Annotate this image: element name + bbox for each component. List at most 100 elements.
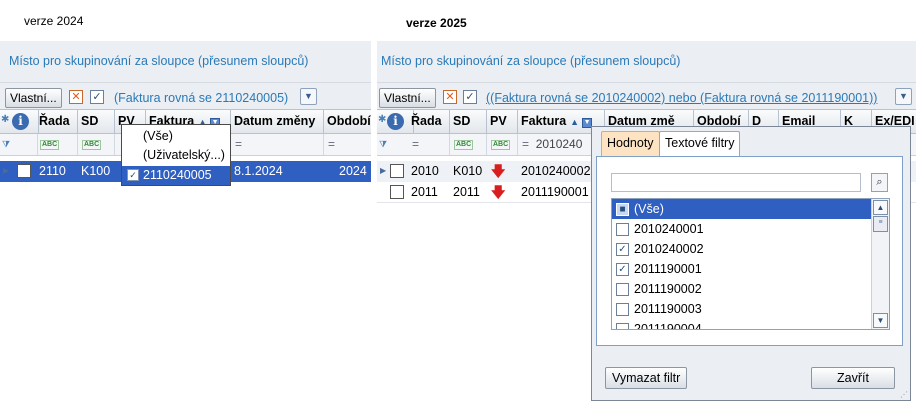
filter-cell-pv[interactable]: ABC xyxy=(487,134,518,155)
filter-enabled-checkbox[interactable]: ✓ xyxy=(463,90,477,104)
header-rada[interactable]: Řada xyxy=(36,110,78,133)
cell-faktura: 2010240002 xyxy=(521,164,591,178)
search-icon[interactable]: ⌕ xyxy=(871,173,888,192)
list-item-label: 2010240002 xyxy=(634,242,704,256)
cell-obdobi: 2024 xyxy=(339,164,367,178)
text-filter-icon: ABC xyxy=(491,140,511,150)
cell-rada: 2010 xyxy=(411,164,439,178)
cell-sd: 2011 xyxy=(453,185,480,199)
down-arrow-icon: 🡇 xyxy=(491,184,506,200)
filter-cell-obdobi[interactable]: = xyxy=(324,134,371,155)
list-item[interactable]: 2010240001 xyxy=(612,219,871,239)
header-faktura-label: Faktura xyxy=(521,114,567,128)
list-item[interactable]: ■ (Vše) xyxy=(612,199,871,219)
filter-history-dropdown[interactable]: ▼ xyxy=(895,88,912,105)
group-by-area[interactable]: Místo pro skupinování za sloupce (přesun… xyxy=(377,41,916,83)
header-sd[interactable]: SD xyxy=(450,110,487,133)
item-checkbox[interactable]: ✓ xyxy=(616,263,629,276)
filter-row-icon: ⧩ xyxy=(2,139,11,149)
item-checkbox[interactable]: ✓ xyxy=(127,169,139,181)
scroll-thumb[interactable]: ≡ xyxy=(873,216,888,232)
filter-expression[interactable]: (Faktura rovná se 2110240005) xyxy=(114,91,288,105)
custom-filter-button[interactable]: Vlastní... xyxy=(5,88,62,108)
list-item-label: (Vše) xyxy=(634,202,664,216)
cell-sd: K100 xyxy=(81,164,111,178)
row-checkbox[interactable] xyxy=(390,164,404,178)
search-input[interactable] xyxy=(611,173,861,192)
cell-faktura: 2011190001 xyxy=(521,185,589,199)
header-datum-zmeny[interactable]: Datum změny xyxy=(231,110,324,133)
filter-cell-sd[interactable]: ABC xyxy=(450,134,487,155)
scroll-down-icon[interactable]: ▼ xyxy=(873,313,888,328)
down-arrow-icon: 🡇 xyxy=(491,163,506,179)
list-item-label: 2011190001 xyxy=(634,262,702,276)
filter-cell-sd[interactable]: ABC xyxy=(78,134,115,155)
clear-filter-icon[interactable]: ✕ xyxy=(443,90,457,104)
item-checkbox[interactable]: ✓ xyxy=(616,243,629,256)
header-sd[interactable]: SD xyxy=(78,110,115,133)
filter-cell-datum[interactable]: = xyxy=(231,134,324,155)
item-checkbox[interactable]: ■ xyxy=(616,203,629,216)
row-indicator-icon: ✱ xyxy=(378,114,387,125)
filter-expression[interactable]: ((Faktura rovná se 2010240002) nebo (Fak… xyxy=(486,91,877,105)
list-scrollbar[interactable]: ▲ ≡ ▼ xyxy=(871,199,889,329)
group-by-area[interactable]: Místo pro skupinování za sloupce (přesun… xyxy=(0,41,371,83)
item-checkbox[interactable] xyxy=(616,283,629,296)
item-checkbox[interactable] xyxy=(616,223,629,236)
list-item-label: 2010240001 xyxy=(634,222,704,236)
list-item[interactable]: 2011190002 xyxy=(612,279,871,299)
version-2024-label: verze 2024 xyxy=(24,14,84,28)
scroll-up-icon[interactable]: ▲ xyxy=(873,200,888,215)
filter-cell-rada[interactable]: ABC xyxy=(36,134,78,155)
filter-history-dropdown[interactable]: ▼ xyxy=(300,88,317,105)
filter-bar: Vlastní... ✕ ✓ ((Faktura rovná se 201024… xyxy=(377,83,916,109)
values-list: ■ (Vše) 2010240001 ✓ 2010240002 ✓ 201119000… xyxy=(611,198,890,330)
tab-values[interactable]: Hodnoty xyxy=(601,131,660,156)
cell-datum: 8.1.2024 xyxy=(234,164,283,178)
faktura-filter-popup: Hodnoty Textové filtry ⌕ ■ (Vše) 20102400… xyxy=(591,126,911,401)
dropdown-item-selected[interactable]: ✓ 2110240005 xyxy=(122,166,230,185)
header-obdobi[interactable]: Období xyxy=(324,110,371,133)
equals-operator-icon: = xyxy=(412,137,420,151)
equals-operator-icon: = xyxy=(235,137,243,151)
list-item[interactable]: 2011190003 xyxy=(612,299,871,319)
row-checkbox[interactable] xyxy=(390,185,404,199)
values-tab-panel: ⌕ ■ (Vše) 2010240001 ✓ 2010240002 ✓ 2011190… xyxy=(596,156,903,346)
current-row-icon: ▶ xyxy=(380,166,387,175)
row-indicator-icon: ✱ xyxy=(1,114,10,125)
cell-rada: 2110 xyxy=(39,164,66,178)
item-checkbox[interactable] xyxy=(616,323,629,329)
text-filter-icon: ABC xyxy=(454,140,474,150)
clear-filter-button[interactable]: Vymazat filtr xyxy=(605,367,688,389)
row-checkbox[interactable] xyxy=(17,164,31,178)
item-checkbox[interactable] xyxy=(616,303,629,316)
header-pv[interactable]: PV xyxy=(487,110,518,133)
list-item[interactable]: ✓ 2010240002 xyxy=(612,239,871,259)
info-icon[interactable]: i xyxy=(387,113,404,130)
filter-cell-info xyxy=(377,134,408,155)
list-item-label: 2011190004 xyxy=(634,322,702,330)
close-button[interactable]: Zavřít xyxy=(811,367,895,389)
header-rada[interactable]: Řada xyxy=(408,110,450,133)
current-row-icon: ▶ xyxy=(3,166,10,175)
tab-text-filters[interactable]: Textové filtry xyxy=(659,131,741,156)
filter-bar: Vlastní... ✕ ✓ (Faktura rovná se 2110240… xyxy=(0,83,371,109)
version-2025-label: verze 2025 xyxy=(406,16,467,30)
list-item[interactable]: ✓ 2011190001 xyxy=(612,259,871,279)
dropdown-item-custom[interactable]: (Uživatelský...) xyxy=(122,146,230,165)
filter-enabled-checkbox[interactable]: ✓ xyxy=(90,90,104,104)
clear-filter-icon[interactable]: ✕ xyxy=(69,90,83,104)
text-filter-icon: ABC xyxy=(40,140,60,150)
resize-grip-icon[interactable]: ⋰ xyxy=(900,390,908,399)
equals-operator-icon: = xyxy=(522,137,530,151)
filter-cell-rada[interactable]: = xyxy=(408,134,450,155)
sort-asc-icon: ▲ xyxy=(570,117,580,127)
list-item[interactable]: 2011190004 xyxy=(612,319,871,330)
faktura-value-dropdown: (Vše) (Uživatelský...) ✓ 2110240005 xyxy=(121,124,231,186)
info-icon[interactable]: i xyxy=(12,113,29,130)
list-item-label: 2011190003 xyxy=(634,302,702,316)
custom-filter-button[interactable]: Vlastní... xyxy=(379,88,436,108)
dropdown-item-all[interactable]: (Vše) xyxy=(122,127,230,146)
cell-rada: 2011 xyxy=(411,185,438,199)
cell-sd: K010 xyxy=(453,164,483,178)
